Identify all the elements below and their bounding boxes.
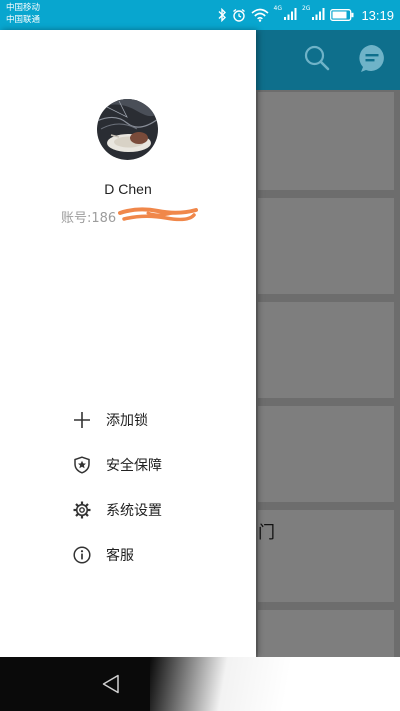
- menu-item-settings[interactable]: 系统设置: [0, 492, 256, 528]
- signal-group-1: 4G: [274, 6, 297, 25]
- partial-list-text: 门: [258, 523, 275, 543]
- back-icon[interactable]: [100, 673, 122, 699]
- message-icon[interactable]: [358, 44, 386, 78]
- network-tag-1: 4G: [273, 5, 282, 12]
- battery-icon: [330, 9, 354, 21]
- menu-item-add-lock[interactable]: 添加锁: [0, 402, 256, 438]
- signal-group-2: 2G: [302, 6, 325, 25]
- clock: 13:19: [361, 7, 394, 23]
- menu-item-label: 系统设置: [106, 503, 162, 519]
- carrier-label-2: 中国联通: [6, 15, 41, 25]
- plus-icon: [73, 411, 91, 429]
- menu-item-customer-service[interactable]: 客服: [0, 537, 256, 573]
- avatar[interactable]: [97, 99, 158, 160]
- status-bar: 中国移动 中国联通 4G 2G 13:19: [0, 0, 400, 30]
- search-icon[interactable]: [303, 44, 331, 76]
- bluetooth-icon: [217, 8, 227, 22]
- alarm-icon: [232, 8, 246, 22]
- list-item: [258, 510, 394, 602]
- menu-item-label: 添加锁: [106, 413, 148, 429]
- list-item: [258, 198, 394, 294]
- list-item: [258, 92, 394, 190]
- info-icon: [73, 546, 91, 564]
- navigation-drawer: D Chen 账号:186 添加锁 安全保障 系统设置 客服: [0, 30, 256, 657]
- menu-item-security[interactable]: 安全保障: [0, 447, 256, 483]
- menu-item-label: 安全保障: [106, 458, 162, 474]
- wifi-icon: [250, 8, 269, 22]
- account-number: 账号:186: [61, 211, 117, 226]
- network-tag-2: 2G: [301, 5, 311, 12]
- carrier-label-1: 中国移动: [6, 3, 41, 13]
- list-item: [258, 406, 394, 502]
- signal-icon: [311, 6, 325, 25]
- signal-icon: [283, 6, 297, 25]
- list-item: [258, 302, 394, 398]
- system-nav-bar: [0, 657, 400, 711]
- redaction-scribble: [118, 205, 198, 229]
- menu-item-label: 客服: [106, 548, 134, 564]
- list-item: [258, 610, 394, 657]
- status-icons: 4G 2G 13:19: [212, 4, 394, 26]
- shield-star-icon: [73, 456, 91, 474]
- gear-icon: [73, 501, 91, 519]
- user-name: D Chen: [104, 181, 152, 197]
- nav-bar-overlay: [150, 657, 400, 711]
